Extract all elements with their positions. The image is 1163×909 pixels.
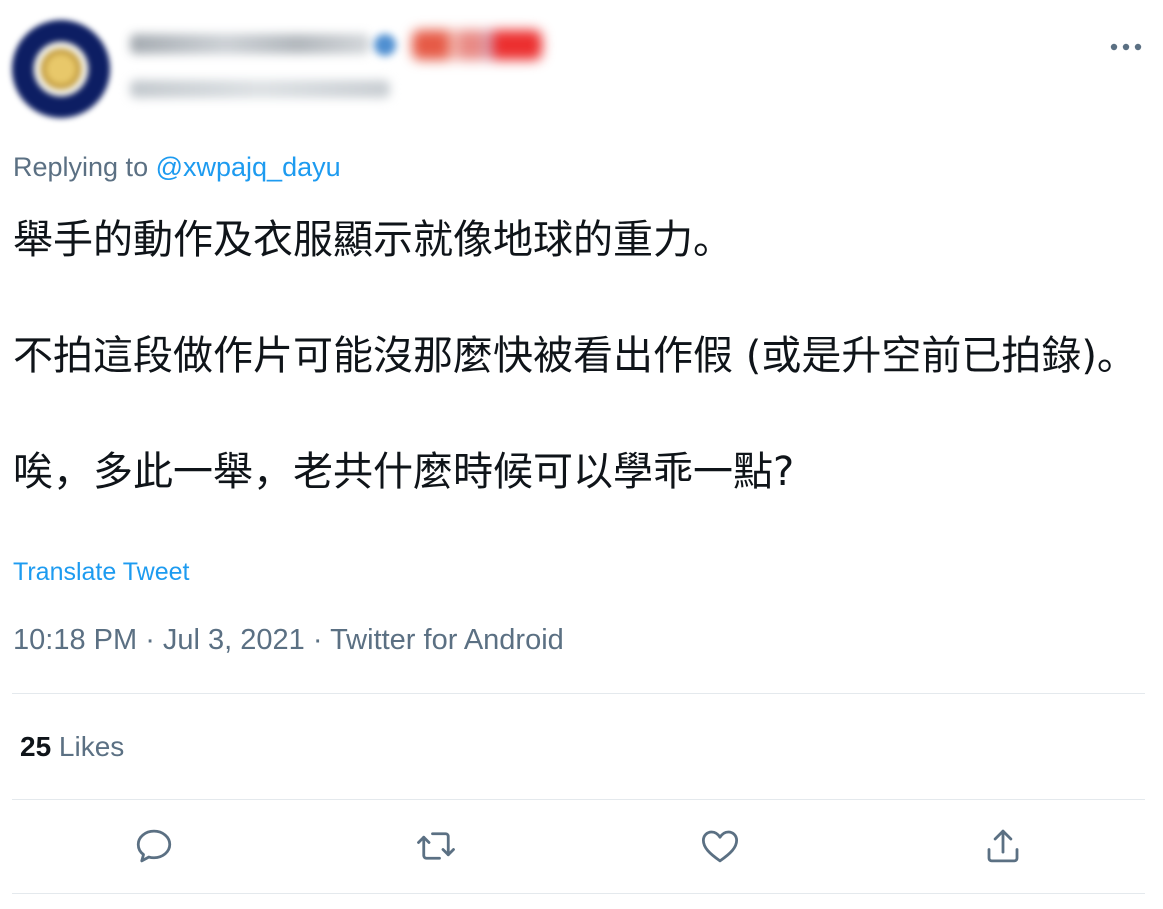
tweet-date[interactable]: Jul 3, 2021	[163, 624, 305, 656]
share-button[interactable]	[980, 823, 1026, 869]
tweet-paragraph: 舉手的動作及衣服顯示就像地球的重力。	[13, 217, 733, 263]
translate-tweet-link[interactable]: Translate Tweet	[13, 558, 189, 587]
more-options-button[interactable]	[1106, 33, 1146, 61]
tweet-paragraph: 不拍這段做作片可能沒那麼快被看出作假 (或是升空前已拍錄)。	[13, 333, 1137, 379]
divider	[12, 893, 1145, 894]
verified-badge-redacted	[374, 34, 396, 56]
reply-button[interactable]	[131, 823, 177, 869]
replying-to-mention-link[interactable]: @xwpajq_dayu	[156, 152, 341, 182]
divider	[12, 693, 1145, 694]
tweet-text: 舉手的動作及衣服顯示就像地球的重力。 不拍這段做作片可能沒那麼快被看出作假 (或…	[13, 211, 1153, 501]
more-horizontal-icon	[1110, 43, 1142, 51]
heart-icon	[701, 830, 739, 863]
author-name-redacted[interactable]	[130, 34, 370, 54]
tweet-paragraph: 唉，多此一舉，老共什麼時候可以學乖一點?	[13, 449, 795, 495]
author-handle-redacted[interactable]	[130, 80, 390, 98]
retweet-button[interactable]	[413, 823, 459, 869]
meta-separator: ·	[137, 624, 163, 656]
divider	[12, 799, 1145, 800]
likes-link[interactable]: 25 Likes	[20, 731, 124, 763]
likes-count: 25	[20, 731, 52, 762]
retweet-icon	[417, 832, 455, 860]
replying-to-line: Replying to @xwpajq_dayu	[13, 152, 341, 183]
tweet-time[interactable]: 10:18 PM	[13, 624, 137, 656]
reply-icon	[136, 829, 172, 863]
avatar[interactable]	[12, 20, 110, 118]
likes-label: Likes	[51, 731, 125, 762]
replying-to-prefix: Replying to	[13, 152, 156, 182]
tweet-source-link[interactable]: Twitter for Android	[330, 624, 564, 656]
flag-emojis-redacted	[412, 30, 542, 60]
tweet-metadata: 10:18 PM · Jul 3, 2021 · Twitter for And…	[13, 624, 564, 657]
tweet-detail: Replying to @xwpajq_dayu 舉手的動作及衣服顯示就像地球的…	[0, 0, 1163, 909]
meta-separator: ·	[304, 624, 331, 656]
share-icon	[987, 829, 1019, 863]
like-button[interactable]	[697, 823, 743, 869]
